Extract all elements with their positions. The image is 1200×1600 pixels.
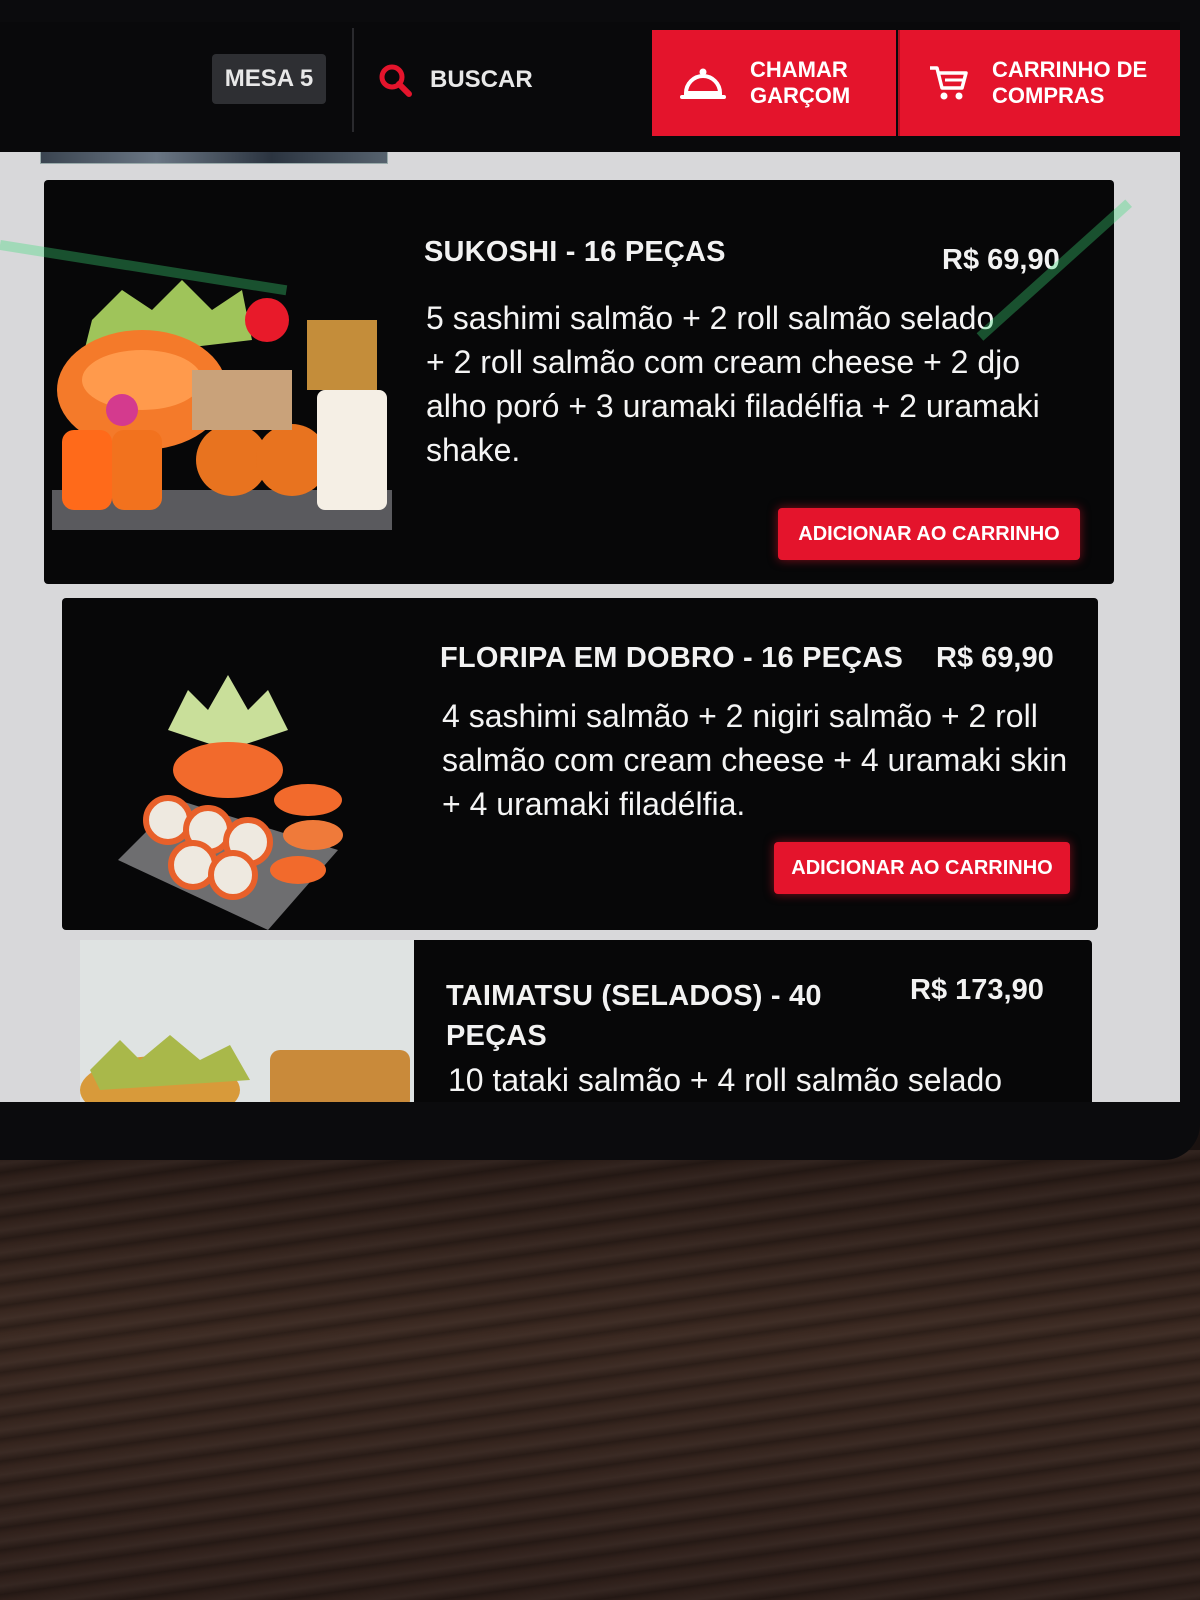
item-description: 5 sashimi salmão + 2 roll salmão selado … [426,300,1040,468]
menu-item-card: SUKOSHI - 16 PEÇAS R$ 69,90 5 sashimi sa… [44,180,1114,584]
shopping-cart-icon [930,66,968,100]
top-bar: MESA 5 BUSCAR CHAMAR GARÇOM CARRINHO DE … [0,22,1180,152]
item-description: 10 tataki salmão + 4 roll salmão selado [448,1062,1003,1098]
sukoshi-dish-image [52,280,392,530]
header-divider [352,28,354,132]
item-title: SUKOSHI - 16 PEÇAS [424,236,726,268]
search-button[interactable]: BUSCAR [378,58,533,102]
tablet-device: SUKOSHI - 16 PEÇAS R$ 69,90 5 sashimi sa… [0,0,1200,1160]
taimatsu-dish-image [80,940,414,1102]
item-price: R$ 69,90 [936,642,1054,674]
item-price: R$ 69,90 [942,244,1060,276]
call-waiter-button[interactable]: CHAMAR GARÇOM [652,30,896,136]
search-icon [379,64,412,97]
service-bell-icon [680,68,726,99]
menu-screen: SUKOSHI - 16 PEÇAS R$ 69,90 5 sashimi sa… [0,22,1180,1102]
add-to-cart-button[interactable]: ADICIONAR AO CARRINHO [774,842,1070,894]
menu-item-card: TAIMATSU (SELADOS) - 40 PEÇAS R$ 173,90 … [80,940,1092,1102]
item-description: 4 sashimi salmão + 2 nigiri salmão + 2 r… [442,698,1068,822]
item-price: R$ 173,90 [910,974,1044,1006]
item-title: TAIMATSU (SELADOS) - 40 PEÇAS [446,980,822,1052]
add-to-cart-button[interactable]: ADICIONAR AO CARRINHO [778,508,1080,560]
search-label: BUSCAR [430,66,533,93]
wooden-table [0,1150,1200,1600]
menu-item-card: FLORIPA EM DOBRO - 16 PEÇAS R$ 69,90 4 s… [62,598,1098,930]
table-number-badge: MESA 5 [212,54,326,104]
floripa-dish-image [118,675,343,930]
shopping-cart-button[interactable]: CARRINHO DE COMPRAS [898,30,1180,136]
item-title: FLORIPA EM DOBRO - 16 PEÇAS [440,642,903,674]
